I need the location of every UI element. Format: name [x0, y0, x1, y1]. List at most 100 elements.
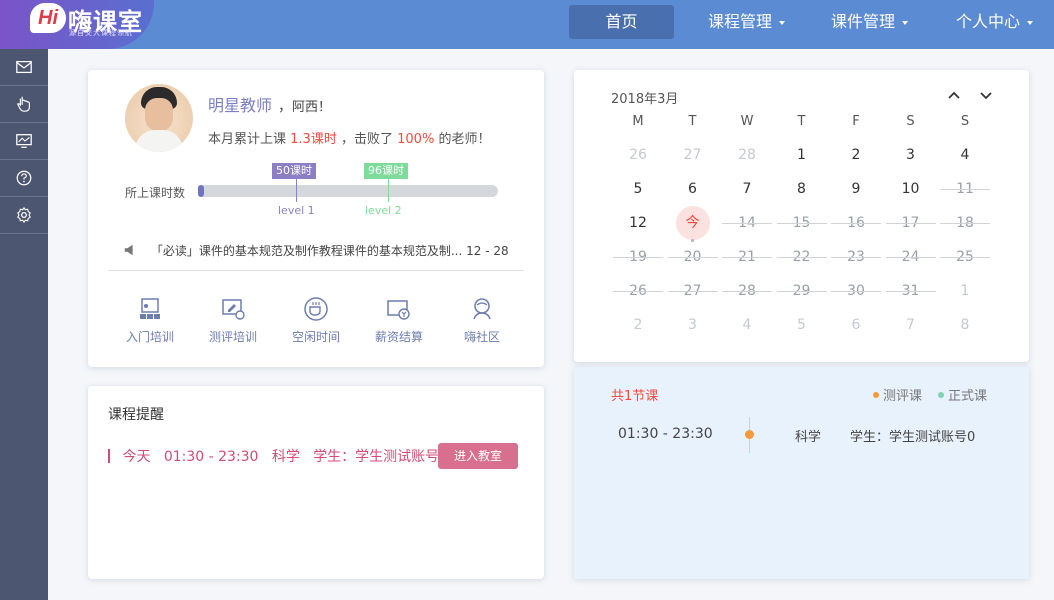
calendar-day[interactable]: 7	[884, 310, 938, 340]
sidebar-item-monitor[interactable]	[0, 123, 48, 160]
nav-courseware-management[interactable]: 课件管理	[831, 0, 909, 49]
milestone-tag-1: 50课时	[272, 163, 316, 179]
calendar-day-today[interactable]: 今	[666, 206, 720, 242]
prev-month-button[interactable]	[946, 87, 962, 103]
calendar-day[interactable]: 12	[611, 208, 665, 238]
calendar-day[interactable]: 3	[884, 140, 938, 170]
calendar-day[interactable]: 27	[666, 140, 720, 170]
logo[interactable]: Hi 嗨课室 源自交大课程领航	[0, 0, 154, 49]
shortcut-label: 入门培训	[125, 330, 174, 344]
calendar-day[interactable]: 1	[938, 276, 992, 306]
hours-progress-bar	[198, 185, 498, 197]
milestone-level-2: level 2	[365, 204, 402, 217]
weekday-header: T	[688, 114, 697, 129]
shortcut-salary-settlement[interactable]: 薪资结算	[359, 296, 439, 345]
weekday-header: W	[740, 114, 754, 129]
milestone-line-1	[296, 178, 297, 202]
today-marker: 今	[675, 206, 710, 240]
gear-icon	[17, 206, 31, 224]
announcement-text: 「必读」课件的基本规范及制作教程课件的基本规范及制...	[150, 244, 463, 258]
sidebar	[0, 49, 48, 600]
calendar-day[interactable]: 28	[720, 276, 774, 306]
lesson-count: 共1节课	[611, 389, 659, 404]
nav-personal-center[interactable]: 个人中心	[956, 0, 1034, 49]
calendar-day[interactable]: 10	[884, 174, 938, 204]
monthly-stat: 本月累计上课 1.3课时 ，击败了 100% 的老师！	[208, 128, 490, 147]
announcement[interactable]: 「必读」课件的基本规范及制作教程课件的基本规范及制... 12 - 28	[123, 242, 509, 259]
chevron-up-icon	[948, 91, 960, 99]
caret-down-icon	[1027, 20, 1034, 25]
milestone-line-2	[388, 178, 389, 202]
shortcut-assessment-training[interactable]: 测评培训	[193, 296, 273, 345]
reminder-day: 今天	[122, 449, 151, 465]
enter-classroom-button[interactable]: 进入教室	[438, 443, 518, 469]
profile-card: 明星教师 ，阿西！ 本月累计上课 1.3课时 ，击败了 100% 的老师！ 所上课…	[88, 70, 544, 367]
shortcut-label: 空闲时间	[291, 330, 340, 344]
coffee-icon	[304, 297, 328, 321]
shortcut-community[interactable]: 嗨社区	[442, 296, 522, 345]
calendar-day[interactable]: 18	[938, 208, 992, 238]
calendar-day[interactable]: 6	[666, 174, 720, 204]
calendar-day[interactable]: 8	[938, 310, 992, 340]
calendar-day[interactable]: 26	[611, 276, 665, 306]
monitor-icon	[16, 134, 32, 148]
calendar-day[interactable]: 25	[938, 242, 992, 272]
calendar-day[interactable]: 5	[775, 310, 829, 340]
calendar-day[interactable]: 8	[775, 174, 829, 204]
calendar-day[interactable]: 14	[720, 208, 774, 238]
calendar-day[interactable]: 27	[666, 276, 720, 306]
stat-percent: 100%	[397, 132, 435, 147]
sidebar-item-settings[interactable]	[0, 197, 48, 234]
calendar-day[interactable]: 22	[775, 242, 829, 272]
legend-dot	[938, 392, 944, 398]
calendar-day[interactable]: 23	[829, 242, 883, 272]
calendar-day[interactable]: 11	[938, 174, 992, 204]
legend-assessment: 测评课	[873, 385, 922, 404]
reminder-student: 学生：学生测试账号0	[313, 449, 449, 465]
nav-course-management[interactable]: 课程管理	[708, 0, 786, 49]
calendar-day[interactable]: 15	[775, 208, 829, 238]
shortcut-onboarding-training[interactable]: 入门培训	[110, 296, 190, 345]
schedule-subject: 科学	[795, 430, 822, 445]
top-nav-bar: Hi 嗨课室 源自交大课程领航 首页 课程管理 课件管理 个人中心	[0, 0, 1054, 49]
calendar-day[interactable]: 21	[720, 242, 774, 272]
sidebar-item-help[interactable]	[0, 160, 48, 197]
calendar-day[interactable]: 26	[611, 140, 665, 170]
sidebar-item-interact[interactable]	[0, 86, 48, 123]
calendar-day[interactable]: 24	[884, 242, 938, 272]
calendar-day[interactable]: 17	[884, 208, 938, 238]
greeting-text: 阿西！	[292, 100, 332, 115]
weekday-header: T	[797, 114, 806, 129]
next-month-button[interactable]	[978, 87, 994, 103]
caret-down-icon	[779, 20, 786, 25]
calendar-day[interactable]: 1	[775, 140, 829, 170]
calendar-day[interactable]: 7	[720, 174, 774, 204]
legend-label: 正式课	[948, 389, 988, 404]
logo-mark: Hi	[30, 3, 66, 33]
calendar-day[interactable]: 19	[611, 242, 665, 272]
calendar-day[interactable]: 20	[666, 242, 720, 272]
teacher-name[interactable]: 明星教师	[208, 96, 272, 115]
calendar-day[interactable]: 16	[829, 208, 883, 238]
calendar-day[interactable]: 4	[938, 140, 992, 170]
shortcut-free-time[interactable]: 空闲时间	[276, 296, 356, 345]
weekday-header: F	[852, 114, 860, 129]
calendar-day[interactable]: 3	[666, 310, 720, 340]
calendar-day[interactable]: 28	[720, 140, 774, 170]
nav-home[interactable]: 首页	[569, 5, 674, 39]
weekday-header: S	[906, 114, 915, 129]
calendar-day[interactable]: 31	[884, 276, 938, 306]
avatar[interactable]	[125, 84, 193, 152]
weekday-header: M	[632, 114, 644, 129]
caret-down-icon	[902, 20, 909, 25]
calendar-day[interactable]: 29	[775, 276, 829, 306]
sidebar-item-mail[interactable]	[0, 49, 48, 86]
calendar-day[interactable]: 6	[829, 310, 883, 340]
calendar-day[interactable]: 5	[611, 174, 665, 204]
chevron-down-icon	[980, 92, 992, 100]
calendar-day[interactable]: 4	[720, 310, 774, 340]
calendar-day[interactable]: 9	[829, 174, 883, 204]
calendar-day[interactable]: 2	[611, 310, 665, 340]
calendar-day[interactable]: 2	[829, 140, 883, 170]
calendar-day[interactable]: 30	[829, 276, 883, 306]
